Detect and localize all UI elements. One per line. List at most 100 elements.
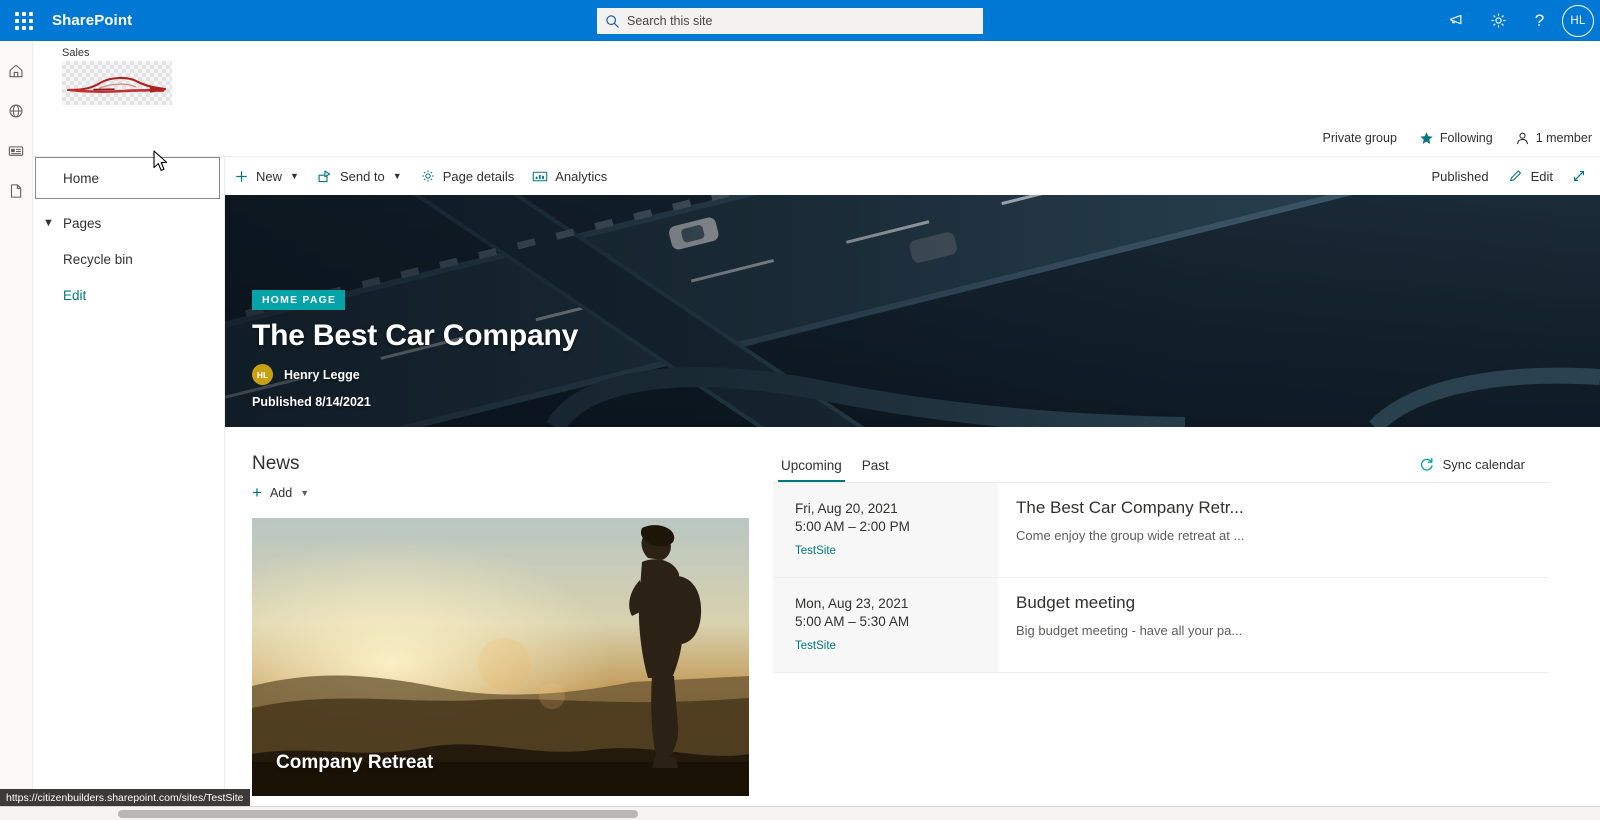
site-meta-row: Private group Following 1 member [33,120,1600,157]
members-button[interactable]: 1 member [1515,131,1592,146]
new-button[interactable]: New ▼ [225,158,308,194]
following-button[interactable]: Following [1419,131,1493,146]
analytics-label: Analytics [555,168,608,184]
document-icon [10,184,22,198]
globe-icon [9,104,23,118]
following-label: Following [1439,131,1493,145]
status-bar-url-text: https://citizenbuilders.sharepoint.com/s… [6,791,244,804]
news-icon [8,146,24,156]
event-time: 5:00 AM – 5:30 AM [795,614,910,629]
page-canvas: HOME PAGE The Best Car Company HL Henry … [225,195,1600,820]
horizontal-scrollbar[interactable] [0,807,1600,820]
avatar: HL [252,364,273,385]
sync-calendar-label: Sync calendar [1442,457,1525,472]
search-box[interactable] [597,8,983,34]
send-to-label: Send to [339,168,385,184]
app-rail [0,41,33,820]
command-bar-right: Published Edit [1431,157,1596,195]
left-navigation: Home ▼ Pages Recycle bin Edit [33,157,225,820]
events-header: Upcoming Past Sync calendar [773,453,1549,483]
news-title: News [252,453,300,474]
chevron-down-icon: ▼ [392,171,402,181]
app-launcher-waffle-icon[interactable] [0,0,48,41]
help-icon[interactable]: ? [1519,0,1560,41]
event-time: 5:00 AM – 2:00 PM [795,519,910,534]
event-row[interactable]: Fri, Aug 20, 2021 5:00 AM – 2:00 PM Test… [773,483,1549,578]
refresh-icon [1420,457,1433,471]
red-car-sketch-logo [66,76,167,93]
sharepoint-page: SharePoint Search this site ? HL Sales P… [0,0,1600,820]
rail-item-sites[interactable] [0,91,33,131]
gear-icon [422,170,434,182]
share-icon [318,170,331,182]
expand-button[interactable] [1562,158,1596,194]
hero-banner[interactable]: HOME PAGE The Best Car Company HL Henry … [225,195,1600,427]
members-label: 1 member [1535,131,1592,145]
send-to-button[interactable]: Send to ▼ [308,158,411,194]
tab-past-label: Past [861,458,889,473]
sync-calendar-button[interactable]: Sync calendar [1418,456,1525,479]
site-logo[interactable] [62,61,172,105]
sidebar-item-pages[interactable]: ▼ Pages [33,205,224,241]
avatar[interactable]: HL [1562,4,1594,37]
page-body: News + Add ▼ Company Retreat Upcoming Pa… [225,427,1600,796]
gear-icon[interactable] [1478,0,1519,41]
pencil-icon [1509,170,1521,182]
search-input[interactable] [627,14,975,28]
sidebar-item-home[interactable]: Home [35,157,220,199]
event-date-block: Mon, Aug 23, 2021 5:00 AM – 5:30 AM Test… [773,578,998,672]
page-details-label: Page details [442,168,515,184]
rail-item-home[interactable] [0,51,33,91]
chevron-down-icon: ▼ [290,171,299,181]
browser-bottom-chrome [0,806,1600,820]
page-title: The Best Car Company [252,319,579,352]
chevron-down-icon: ▼ [300,488,310,498]
event-date: Fri, Aug 20, 2021 [795,501,898,516]
event-row[interactable]: Mon, Aug 23, 2021 5:00 AM – 5:30 AM Test… [773,578,1549,673]
horizontal-scrollbar-thumb[interactable] [118,810,638,818]
sidebar-item-label: Pages [63,215,102,231]
analytics-button[interactable]: Analytics [523,158,616,194]
events-webpart: Upcoming Past Sync calendar Fri, Aug 20,… [759,453,1549,796]
sidebar-item-label: Home [63,170,100,186]
suite-header: SharePoint Search this site ? HL [0,0,1600,41]
expand-diagonal-icon [1573,170,1585,182]
sidebar-item-label: Edit [63,287,87,303]
sidebar-item-label: Recycle bin [63,251,133,267]
megaphone-icon[interactable] [1437,0,1478,41]
tab-upcoming[interactable]: Upcoming [773,453,850,482]
news-card-title: Company Retreat [276,752,434,773]
event-info-block: The Best Car Company Retr... Come enjoy … [998,483,1549,577]
hero-author[interactable]: HL Henry Legge [252,364,578,385]
sidebar-item-recycle-bin[interactable]: Recycle bin [33,241,224,277]
site-logo-label: Sales [62,47,90,59]
rail-item-files[interactable] [0,171,33,211]
edit-button[interactable]: Edit [1499,158,1562,194]
tab-past[interactable]: Past [854,453,897,482]
page-details-button[interactable]: Page details [411,158,524,194]
new-label: New [256,168,283,184]
event-title: The Best Car Company Retr... [1016,498,1244,517]
edit-label: Edit [1530,168,1553,184]
status-badge: HOME PAGE [252,290,346,310]
sidebar-item-edit[interactable]: Edit [33,277,224,313]
event-site-link[interactable]: TestSite [795,640,998,652]
event-info-block: Budget meeting Big budget meeting - have… [998,578,1549,672]
analytics-icon [532,171,548,181]
privacy-text: Private group [1322,131,1397,145]
event-site-link[interactable]: TestSite [795,545,998,557]
rail-item-news[interactable] [0,131,33,171]
search-icon [606,14,619,28]
published-date: Published 8/14/2021 [252,395,371,409]
news-card[interactable]: Company Retreat [252,518,749,796]
plus-icon: + [252,483,262,502]
suite-brand[interactable]: SharePoint [52,12,132,29]
news-webpart: News + Add ▼ Company Retreat [225,453,759,796]
event-description: Big budget meeting - have all your pa... [1016,623,1243,638]
chevron-down-icon: ▼ [43,217,54,229]
author-name: Henry Legge [284,367,360,382]
add-news-button[interactable]: + Add ▼ [252,483,759,502]
privacy-label: Private group [1323,131,1397,145]
status-bar-url: https://citizenbuilders.sharepoint.com/s… [0,789,250,806]
event-date-block: Fri, Aug 20, 2021 5:00 AM – 2:00 PM Test… [773,483,998,577]
